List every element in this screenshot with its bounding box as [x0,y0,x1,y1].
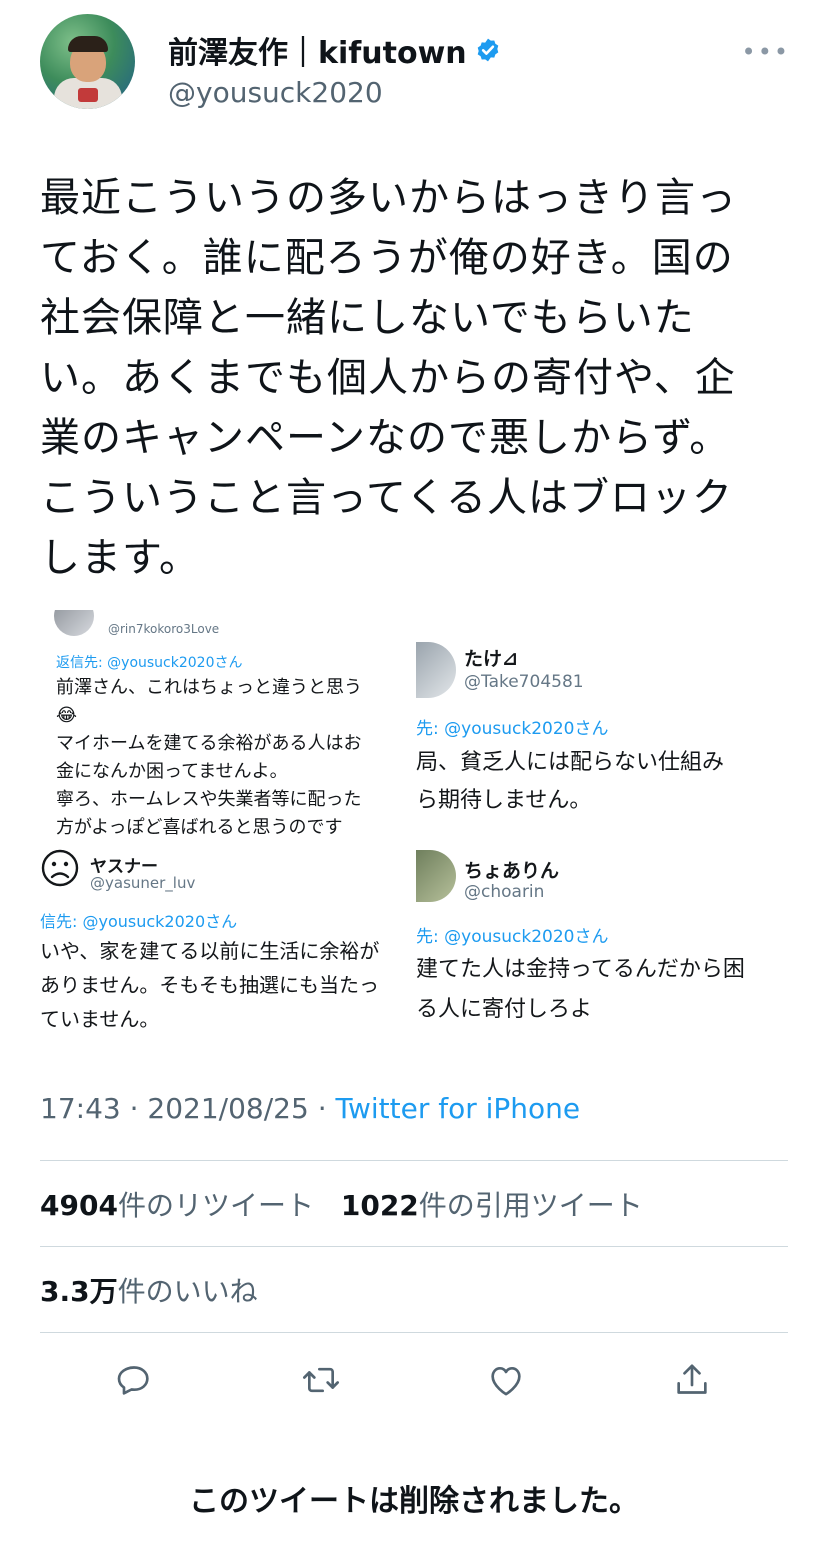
reply-to: 返信先: @yousuck2020さん [56,655,243,671]
retweet-button[interactable] [295,1354,347,1406]
reply-to: 先: @yousuck2020さん [416,927,609,947]
tweet-image[interactable]: @rin7kokoro3Love 返信先: @yousuck2020さん 前澤さ… [40,610,790,1040]
tweet-line: こういうこと言ってくる人はブロック [40,475,733,521]
tweet-deleted-notice: このツイートは削除されました。 [189,1484,639,1519]
reply-to: 信先: @yousuck2020さん [40,912,238,931]
retweets-link[interactable]: 4904件のリツイート [40,1189,314,1222]
tweet-header: 前澤友作｜kifutown @yousuck2020 ••• [40,14,790,124]
like-icon [491,1367,521,1396]
reply-avatar [416,642,456,698]
likes-stats-row: 3.3万件のいいね [40,1270,276,1310]
tweet-text: 最近こういうの多いからはっきり言っ ておく。誰に配ろうが俺の好き。国の 社会保障… [40,168,800,588]
author-handle[interactable]: @yousuck2020 [168,76,501,109]
tweet-line: します。 [40,535,200,581]
share-button[interactable] [666,1354,718,1406]
reply-button[interactable] [108,1354,160,1406]
display-name[interactable]: 前澤友作｜kifutown [168,28,501,72]
share-icon [677,1364,707,1394]
reply-handle: @yasuner_luv [90,874,196,892]
tweet-meta: 17:43 · 2021/08/25 · Twitter for iPhone [40,1092,581,1125]
tweet-time[interactable]: 17:43 [40,1092,121,1125]
avatar[interactable] [40,14,135,109]
action-bar [40,1350,788,1410]
divider [40,1160,788,1161]
divider [40,1332,788,1333]
reply-icon [117,1366,149,1395]
likes-link[interactable]: 3.3万件のいいね [40,1275,258,1308]
divider [40,1246,788,1247]
reply-screenshot-2: たけ⊿ @Take704581 先: @yousuck2020さん 局、貧乏人に… [416,630,790,840]
tweet-line: い。あくまでも個人からの寄付や、企 [40,355,736,401]
reply-name: たけ⊿ [464,648,518,670]
sad-face-icon [41,849,79,887]
reply-to: 先: @yousuck2020さん [416,719,609,739]
reply-text: 前澤さん、これはちょっと違うと思う 😂 マイホームを建てる余裕がある人はお 金に… [56,677,362,838]
quote-tweets-link[interactable]: 1022件の引用ツイート [341,1189,643,1222]
tweet-date[interactable]: 2021/08/25 [147,1092,308,1125]
reply-text: 建てた人は金持ってるんだから困 る人に寄付しろよ [416,957,745,1022]
reply-screenshot-4: ちょありん @choarin 先: @yousuck2020さん 建てた人は金持… [416,838,790,1038]
verified-badge-icon [477,38,498,62]
reply-text: いや、家を建てる以前に生活に余裕が ありません。そもそも抽選にも当たっ ていませ… [40,939,380,1031]
reply-handle: @rin7kokoro3Love [108,622,220,636]
tweet-line: 業のキャンペーンなので悪しからず。 [40,415,731,461]
reply-screenshot-1: @rin7kokoro3Love 返信先: @yousuck2020さん 前澤さ… [40,610,416,840]
reply-avatar [416,850,456,902]
reply-screenshot-3: ヤスナー @yasuner_luv 信先: @yousuck2020さん いや、… [40,838,416,1038]
tweet-line: ておく。誰に配ろうが俺の好き。国の [40,235,734,281]
author-block[interactable]: 前澤友作｜kifutown @yousuck2020 [168,28,501,109]
retweet-stats-row: 4904件のリツイート 1022件の引用ツイート [40,1184,661,1224]
more-options-icon[interactable]: ••• [742,38,790,66]
like-button[interactable] [480,1354,532,1406]
reply-handle: @choarin [464,882,545,902]
tweet-source-link[interactable]: Twitter for iPhone [336,1092,581,1125]
display-name-text: 前澤友作｜kifutown [168,36,467,71]
tweet-line: 社会保障と一緒にしないでもらいた [40,295,695,341]
reply-avatar [54,610,94,636]
reply-text: 局、貧乏人には配らない仕組み ら期待しません。 [416,750,725,813]
retweet-icon [303,1367,339,1393]
tweet-line: 最近こういうの多いからはっきり言っ [40,175,737,221]
reply-name: ちょありん [464,860,560,882]
reply-handle: @Take704581 [464,672,584,692]
